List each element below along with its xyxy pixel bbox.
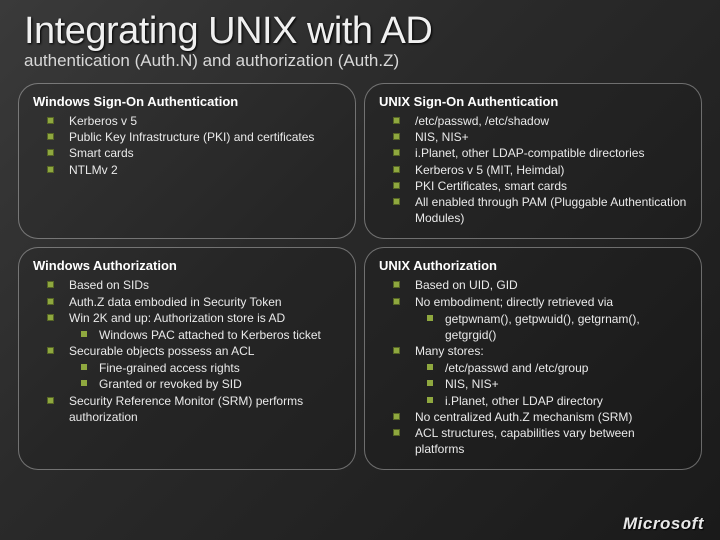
list-item: Auth.Z data embodied in Security Token [39,294,341,310]
list-item: Security Reference Monitor (SRM) perform… [39,393,341,425]
sub-list: Windows PAC attached to Kerberos ticket [69,327,341,343]
list-item: getpwnam(), getpwuid(), getgrnam(), getg… [419,311,687,343]
list-item: PKI Certificates, smart cards [385,178,687,194]
list-item: Kerberos v 5 (MIT, Heimdal) [385,162,687,178]
list-item: Fine-grained access rights [73,360,341,376]
bullet-list: Kerberos v 5 Public Key Infrastructure (… [33,113,341,178]
list-item: /etc/passwd and /etc/group [419,360,687,376]
list-item: Securable objects possess an ACL Fine-gr… [39,343,341,393]
list-item-text: Many stores: [415,344,484,358]
list-item: Windows PAC attached to Kerberos ticket [73,327,341,343]
bullet-list: /etc/passwd, /etc/shadow NIS, NIS+ i.Pla… [379,113,687,226]
list-item: Granted or revoked by SID [73,376,341,392]
list-item: NTLMv 2 [39,162,341,178]
list-item-text: No embodiment; directly retrieved via [415,295,613,309]
bullet-list: Based on UID, GID No embodiment; directl… [379,277,687,457]
slide-header: Integrating UNIX with AD authentication … [0,0,720,73]
panel-unix-authz: UNIX Authorization Based on UID, GID No … [364,247,702,470]
list-item: i.Planet, other LDAP directory [419,393,687,409]
list-item: Win 2K and up: Authorization store is AD… [39,310,341,343]
list-item: No embodiment; directly retrieved via ge… [385,294,687,344]
list-item: ACL structures, capabilities vary betwee… [385,425,687,457]
list-item: Public Key Infrastructure (PKI) and cert… [39,129,341,145]
sub-list: Fine-grained access rights Granted or re… [69,360,341,392]
list-item: NIS, NIS+ [419,376,687,392]
list-item: i.Planet, other LDAP-compatible director… [385,145,687,161]
list-item: NIS, NIS+ [385,129,687,145]
panel-windows-authn: Windows Sign-On Authentication Kerberos … [18,83,356,239]
list-item: Based on UID, GID [385,277,687,293]
sub-list: /etc/passwd and /etc/group NIS, NIS+ i.P… [415,360,687,409]
list-item: /etc/passwd, /etc/shadow [385,113,687,129]
panel-windows-authz: Windows Authorization Based on SIDs Auth… [18,247,356,470]
list-item-text: Securable objects possess an ACL [69,344,254,358]
list-item: No centralized Auth.Z mechanism (SRM) [385,409,687,425]
list-item: All enabled through PAM (Pluggable Authe… [385,194,687,226]
panel-title: Windows Sign-On Authentication [33,94,341,109]
slide-subtitle: authentication (Auth.N) and authorizatio… [24,51,696,71]
list-item: Kerberos v 5 [39,113,341,129]
content-grid: Windows Sign-On Authentication Kerberos … [0,73,720,470]
list-item: Based on SIDs [39,277,341,293]
panel-title: UNIX Sign-On Authentication [379,94,687,109]
list-item: Many stores: /etc/passwd and /etc/group … [385,343,687,409]
list-item: Smart cards [39,145,341,161]
microsoft-logo: Microsoft [623,514,704,534]
panel-unix-authn: UNIX Sign-On Authentication /etc/passwd,… [364,83,702,239]
bullet-list: Based on SIDs Auth.Z data embodied in Se… [33,277,341,425]
slide-title: Integrating UNIX with AD [24,10,696,53]
sub-list: getpwnam(), getpwuid(), getgrnam(), getg… [415,311,687,343]
panel-title: UNIX Authorization [379,258,687,273]
list-item-text: Win 2K and up: Authorization store is AD [69,311,285,325]
panel-title: Windows Authorization [33,258,341,273]
